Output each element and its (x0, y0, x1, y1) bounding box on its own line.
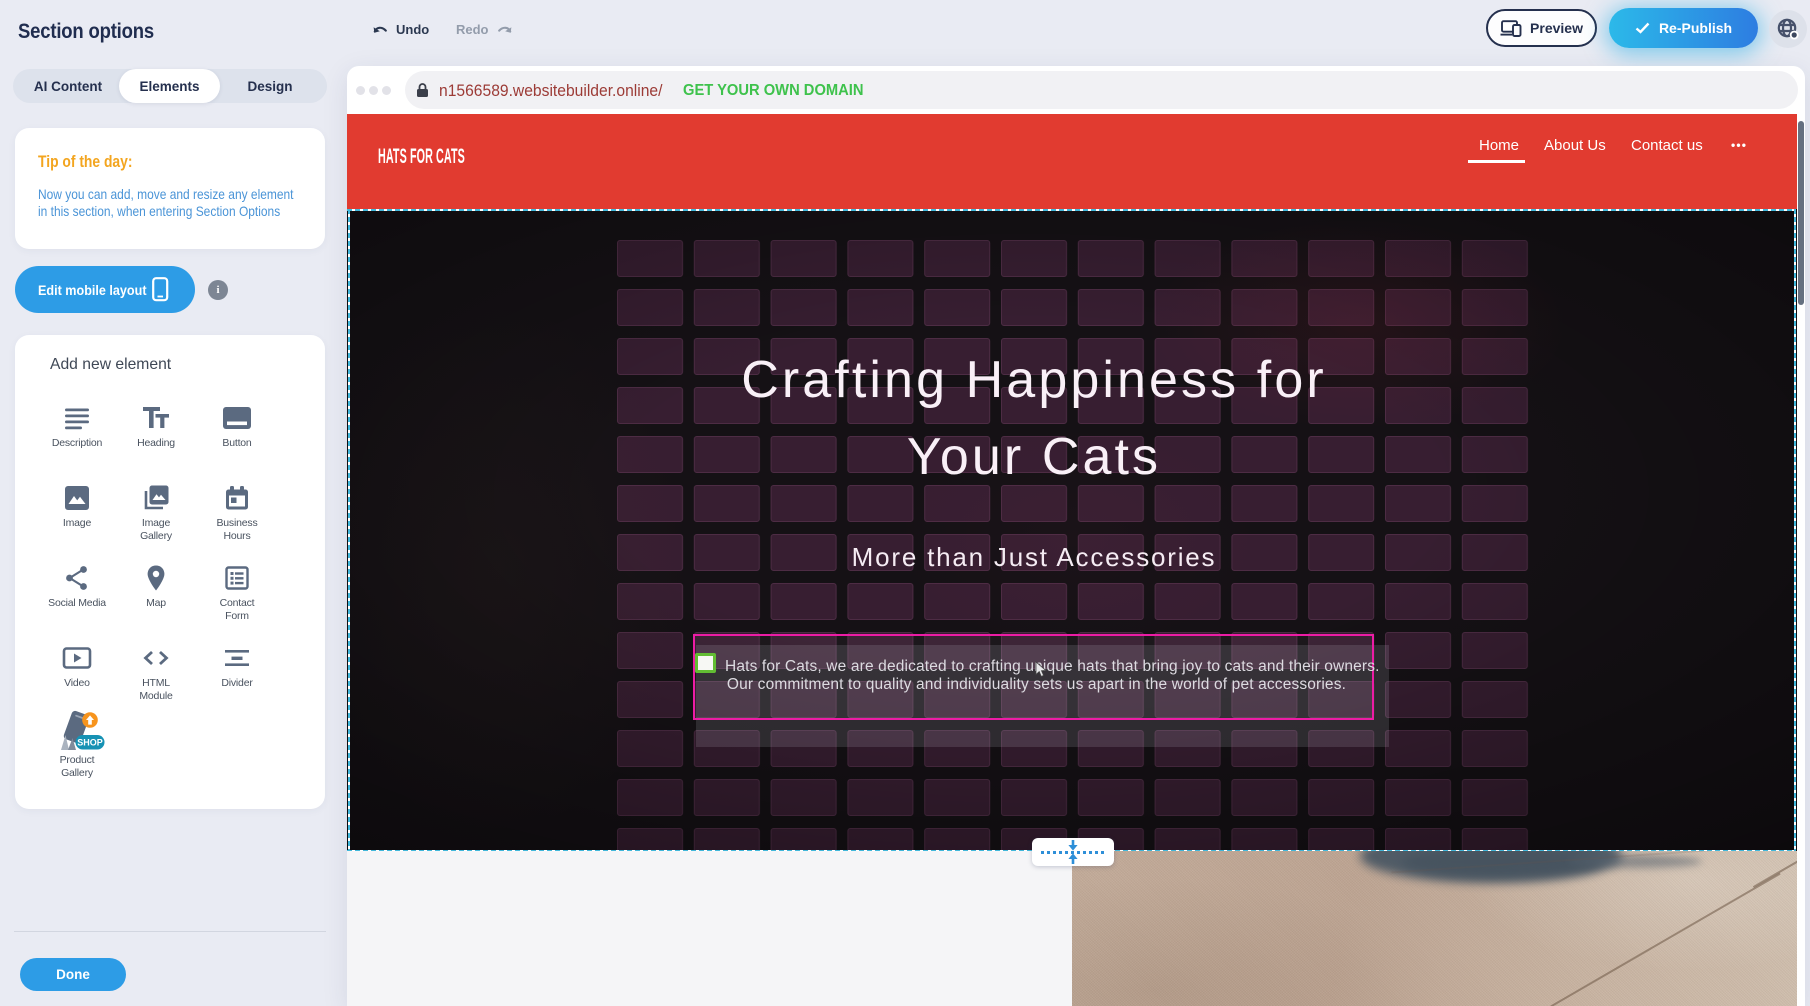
svg-text:SHOP: SHOP (77, 738, 103, 748)
